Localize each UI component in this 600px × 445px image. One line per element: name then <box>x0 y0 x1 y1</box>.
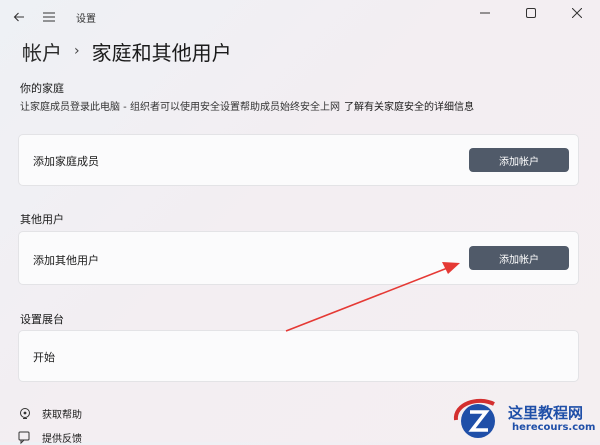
watermark-title: 这里教程网 <box>508 404 584 422</box>
watermark: 这里教程网 herecours.com <box>450 394 600 442</box>
watermark-logo-icon <box>453 398 495 438</box>
annotation-arrow-icon <box>285 262 460 332</box>
watermark-url: herecours.com <box>512 422 596 433</box>
